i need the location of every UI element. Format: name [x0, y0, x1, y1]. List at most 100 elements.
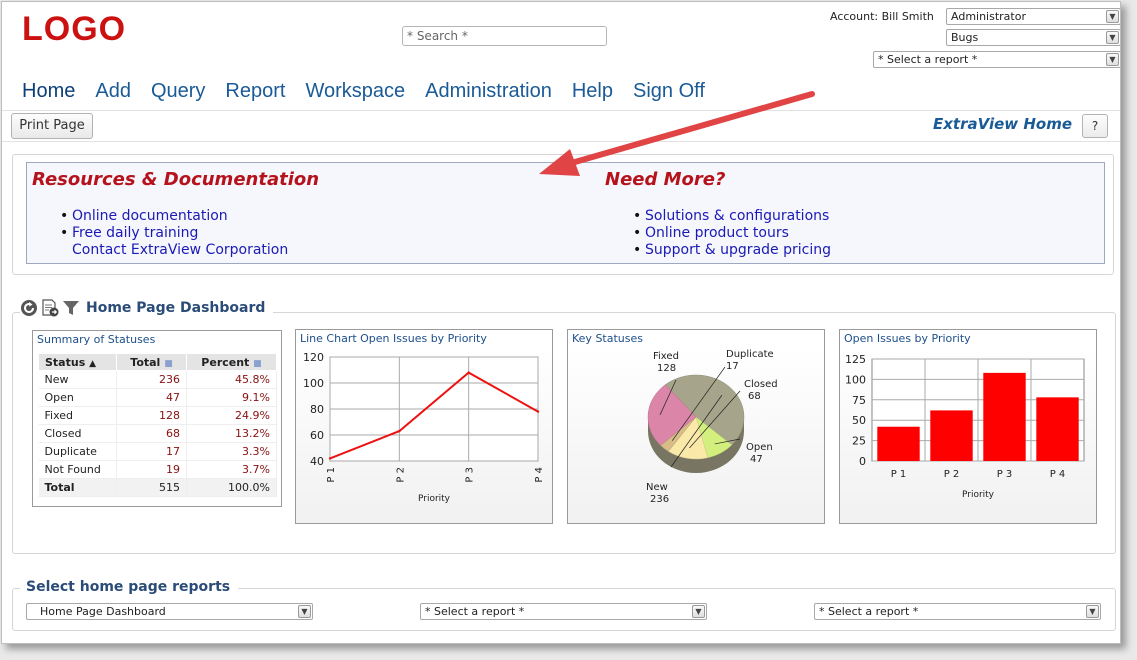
pie-label: Duplicate 17 — [726, 349, 774, 372]
data-point — [536, 410, 540, 413]
line-chart-widget: Line Chart Open Issues by Priority 40 60 8… — [295, 329, 553, 524]
y-tick-label: 120 — [303, 351, 324, 364]
nav-query[interactable]: Query — [151, 80, 205, 103]
bar — [877, 426, 920, 461]
bar-chart: 0 25 50 75 100 125 P 1 P 2 P 3 P 4 Priority — [845, 353, 1085, 500]
pie-label-value: 17 — [726, 361, 739, 372]
data-point — [467, 371, 470, 374]
bar — [983, 372, 1026, 461]
y-tick-label: 25 — [852, 435, 866, 448]
home-report-select-3[interactable]: * Select a report * ▼ — [814, 603, 1101, 620]
account-label: Account: Bill Smith — [830, 10, 934, 23]
area-select-value: Bugs — [951, 31, 979, 44]
x-tick-label: P 3 — [465, 467, 476, 483]
y-tick-label: 40 — [310, 455, 324, 468]
bar-chart-widget: Open Issues by Priority 0 25 50 75 100 125 P 1… — [839, 329, 1097, 524]
main-nav: Home Add Query Report Workspace Administ… — [22, 80, 705, 103]
print-page-button[interactable]: Print Page — [11, 113, 93, 139]
home-report-select-3-value: * Select a report * — [819, 605, 919, 618]
app-window: LOGO Account: Bill Smith Administrator ▼… — [1, 1, 1121, 644]
x-tick-label: P 1 — [326, 467, 337, 483]
col-status[interactable]: Status ▲ — [38, 353, 117, 371]
x-tick-label: P 2 — [395, 467, 406, 483]
table-row[interactable]: New 236 45.8% — [38, 370, 277, 389]
home-report-select-1[interactable]: Home Page Dashboard ▼ — [26, 603, 313, 620]
dashboard-title: Home Page Dashboard — [86, 300, 266, 316]
nav-home[interactable]: Home — [22, 80, 75, 103]
home-report-select-1-value: Home Page Dashboard — [40, 605, 166, 618]
role-select[interactable]: Administrator ▼ — [946, 8, 1120, 25]
pie-label-name: Open — [746, 442, 773, 453]
export-icon[interactable] — [41, 299, 59, 317]
home-reports-title: Select home page reports — [20, 579, 239, 595]
col-total[interactable]: Total ■ — [116, 353, 187, 371]
area-select[interactable]: Bugs ▼ — [946, 29, 1120, 46]
x-tick-label: P 1 — [891, 469, 907, 480]
chevron-down-icon: ▼ — [1106, 53, 1119, 66]
table-row[interactable]: Not Found 19 3.7% — [38, 460, 277, 479]
pie-label-name: Closed — [744, 379, 778, 390]
pie-label: Fixed 128 — [653, 351, 679, 374]
pie-label: Open 47 — [746, 442, 773, 465]
page-title: ExtraView Home — [932, 115, 1072, 133]
pie-label-value: 128 — [657, 363, 676, 374]
x-axis-label: Priority — [962, 490, 995, 500]
home-report-select-2-value: * Select a report * — [425, 605, 525, 618]
chevron-down-icon: ▼ — [692, 605, 705, 618]
nav-workspace[interactable]: Workspace — [305, 80, 405, 103]
need-more-title: Need More? — [605, 169, 726, 190]
data-point — [398, 429, 401, 433]
pie-label: New 236 — [646, 482, 669, 505]
link-support-pricing[interactable]: Support & upgrade pricing — [631, 242, 831, 259]
nav-sign-off[interactable]: Sign Off — [633, 80, 705, 103]
table-row[interactable]: Open 47 9.1% — [38, 388, 277, 407]
line-chart: 40 60 80 100 120 P 1 P 2 P 3 P 4 Priority — [303, 351, 545, 504]
report-select-value: * Select a report * — [878, 53, 978, 66]
y-tick-label: 100 — [303, 377, 324, 390]
table-row[interactable]: Fixed 128 24.9% — [38, 406, 277, 425]
link-contact-extraview[interactable]: Contact ExtraView Corporation — [58, 242, 288, 259]
chevron-down-icon: ▼ — [1106, 31, 1119, 44]
line-chart-title: Line Chart Open Issues by Priority — [300, 332, 487, 345]
x-tick-label: P 4 — [1050, 469, 1066, 480]
help-button[interactable]: ? — [1082, 114, 1108, 138]
home-report-select-2[interactable]: * Select a report * ▼ — [420, 603, 707, 620]
pie-label-value: 47 — [750, 454, 763, 465]
link-solutions[interactable]: Solutions & configurations — [631, 208, 831, 225]
nav-help[interactable]: Help — [572, 80, 613, 103]
y-tick-label: 60 — [310, 429, 324, 442]
link-product-tours[interactable]: Online product tours — [631, 225, 831, 242]
pie-chart-title: Key Statuses — [572, 332, 643, 345]
data-point — [328, 457, 332, 460]
summary-table: Status ▲ Total ■ Percent ■ New 236 45.8% O… — [38, 353, 277, 497]
x-tick-label: P 4 — [534, 467, 545, 483]
link-online-documentation[interactable]: Online documentation — [58, 208, 288, 225]
logo[interactable]: LOGO — [22, 10, 126, 49]
bar — [930, 410, 973, 461]
refresh-icon[interactable] — [20, 299, 38, 317]
pie-label: Closed 68 — [744, 379, 778, 402]
nav-administration[interactable]: Administration — [425, 80, 552, 103]
divider — [2, 141, 1120, 142]
nav-report[interactable]: Report — [225, 80, 285, 103]
search-input[interactable] — [402, 26, 607, 46]
bar — [1036, 397, 1079, 461]
report-select[interactable]: * Select a report * ▼ — [873, 51, 1120, 68]
table-row[interactable]: Closed 68 13.2% — [38, 424, 277, 443]
col-percent[interactable]: Percent ■ — [186, 353, 277, 371]
link-free-daily-training[interactable]: Free daily training — [58, 225, 288, 242]
bar-chart-title: Open Issues by Priority — [844, 332, 971, 345]
chevron-down-icon: ▼ — [1106, 10, 1119, 23]
pie-chart-widget: Key Statuses New 236 Open 47 Closed 68 Duplica… — [567, 329, 825, 524]
pie-label-name: New — [646, 482, 668, 493]
pie-label-value: 236 — [650, 494, 669, 505]
table-row-total: Total 515 100.0% — [38, 478, 277, 497]
x-tick-label: P 3 — [997, 469, 1013, 480]
filter-icon[interactable] — [62, 299, 80, 317]
divider — [2, 110, 1120, 111]
y-tick-label: 50 — [852, 414, 866, 427]
y-tick-label: 0 — [859, 455, 866, 468]
table-row[interactable]: Duplicate 17 3.3% — [38, 442, 277, 461]
nav-add[interactable]: Add — [95, 80, 131, 103]
need-more-links: Solutions & configurations Online produc… — [631, 208, 831, 259]
